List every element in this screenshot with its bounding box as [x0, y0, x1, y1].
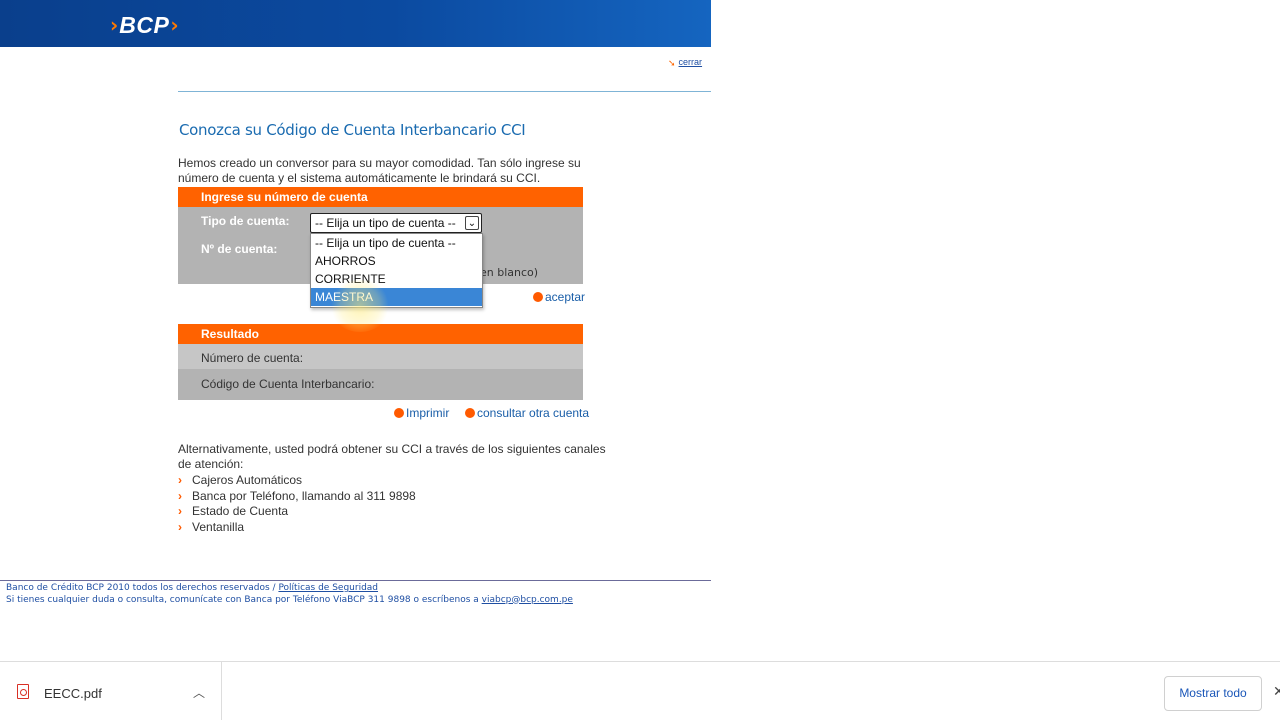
intro-text: Hemos creado un conversor para su mayor … — [178, 156, 581, 185]
tipo-cuenta-dropdown[interactable]: -- Elija un tipo de cuenta -- AHORROS CO… — [310, 233, 483, 308]
chevron-right-icon: › — [178, 488, 182, 503]
chevron-down-icon: ⌄ — [465, 216, 479, 230]
list-item-label: Banca por Teléfono, llamando al 311 9898 — [192, 488, 416, 503]
chevron-right-icon: › — [178, 473, 182, 487]
accept-label: aceptar — [545, 290, 586, 304]
logo-chevron-right: › — [170, 13, 179, 37]
result-cuenta-row: Número de cuenta: — [178, 344, 583, 369]
close-link[interactable]: cerrar — [679, 57, 703, 67]
tipo-label: Tipo de cuenta: — [201, 214, 290, 228]
option-corriente[interactable]: CORRIENTE — [311, 270, 482, 288]
pdf-icon — [17, 684, 29, 699]
chevron-right-icon: › — [178, 504, 182, 518]
close-link-wrap: ➘ cerrar — [668, 54, 702, 69]
footer-divider — [0, 580, 711, 581]
page-title: Conozca su Código de Cuenta Interbancari… — [179, 121, 526, 139]
download-bar: EECC.pdf ︿ Mostrar todo ✕ — [0, 661, 1280, 720]
show-all-button[interactable]: Mostrar todo — [1164, 676, 1262, 711]
option-placeholder[interactable]: -- Elija un tipo de cuenta -- — [311, 234, 482, 252]
bullet-dot-icon — [394, 408, 404, 418]
result-cci-label: Código de Cuenta Interbancario: — [201, 377, 375, 391]
select-value: -- Elija un tipo de cuenta -- — [315, 216, 456, 230]
logo-text: BCP — [119, 11, 170, 38]
numero-label: Nº de cuenta: — [201, 242, 278, 256]
chevron-up-icon[interactable]: ︿ — [193, 684, 205, 701]
logo-chevron-left: › — [110, 13, 119, 37]
alternatives-list: › Cajeros Automáticos › Banca por Teléfono… — [178, 473, 416, 535]
list-item: › Ventanilla — [178, 520, 416, 536]
top-divider — [178, 91, 711, 92]
close-icon[interactable]: ✕ — [1273, 683, 1280, 700]
option-ahorros[interactable]: AHORROS — [311, 252, 482, 270]
print-button[interactable]: Imprimir — [394, 406, 449, 420]
bullet-dot-icon — [533, 292, 543, 302]
alternatives-text: Alternativamente, usted podrá obtener su… — [178, 442, 606, 471]
header-banner: › BCP › — [0, 0, 711, 47]
bullet-dot-icon — [465, 408, 475, 418]
list-item: › Cajeros Automáticos — [178, 473, 416, 489]
list-item: › Banca por Teléfono, llamando al 311 989… — [178, 489, 416, 505]
footer-copyright: Banco de Crédito BCP 2010 todos los dere… — [6, 583, 279, 593]
list-item-label: Cajeros Automáticos — [192, 473, 303, 487]
result-cuenta-label: Número de cuenta: — [201, 351, 304, 365]
footer: Banco de Crédito BCP 2010 todos los dere… — [6, 583, 573, 606]
close-arrow-icon: ➘ — [668, 58, 676, 68]
list-item-label: Estado de Cuenta — [192, 504, 289, 518]
page: › BCP › ➘ cerrar Conozca su Código de Cu… — [0, 0, 1280, 720]
print-label: Imprimir — [406, 406, 450, 420]
footer-line-2: Si tienes cualquier duda o consulta, com… — [6, 595, 573, 607]
list-item-label: Ventanilla — [192, 519, 245, 534]
option-maestra[interactable]: MAESTRA — [311, 288, 482, 306]
email-link[interactable]: viabcp@bcp.com.pe — [482, 595, 573, 605]
download-item[interactable]: EECC.pdf ︿ — [0, 662, 222, 720]
accept-button[interactable]: aceptar — [533, 290, 585, 304]
tipo-cuenta-select[interactable]: -- Elija un tipo de cuenta -- ⌄ — [310, 213, 482, 233]
chevron-right-icon: › — [178, 519, 182, 534]
security-policy-link[interactable]: Políticas de Seguridad — [278, 583, 378, 593]
footer-line-1: Banco de Crédito BCP 2010 todos los dere… — [6, 583, 573, 595]
numero-hint: en blanco) — [480, 266, 539, 279]
consult-other-button[interactable]: consultar otra cuenta — [465, 406, 589, 420]
result-section-heading: Resultado — [178, 324, 583, 344]
list-item: › Estado de Cuenta — [178, 504, 416, 520]
bcp-logo[interactable]: › BCP › — [110, 11, 179, 39]
download-file-name: EECC.pdf — [44, 686, 102, 701]
consult-other-label: consultar otra cuenta — [477, 406, 590, 420]
footer-contact-text: Si tienes cualquier duda o consulta, com… — [6, 594, 482, 605]
result-cci-row: Código de Cuenta Interbancario: — [178, 369, 583, 400]
input-section-heading: Ingrese su número de cuenta — [178, 187, 583, 207]
